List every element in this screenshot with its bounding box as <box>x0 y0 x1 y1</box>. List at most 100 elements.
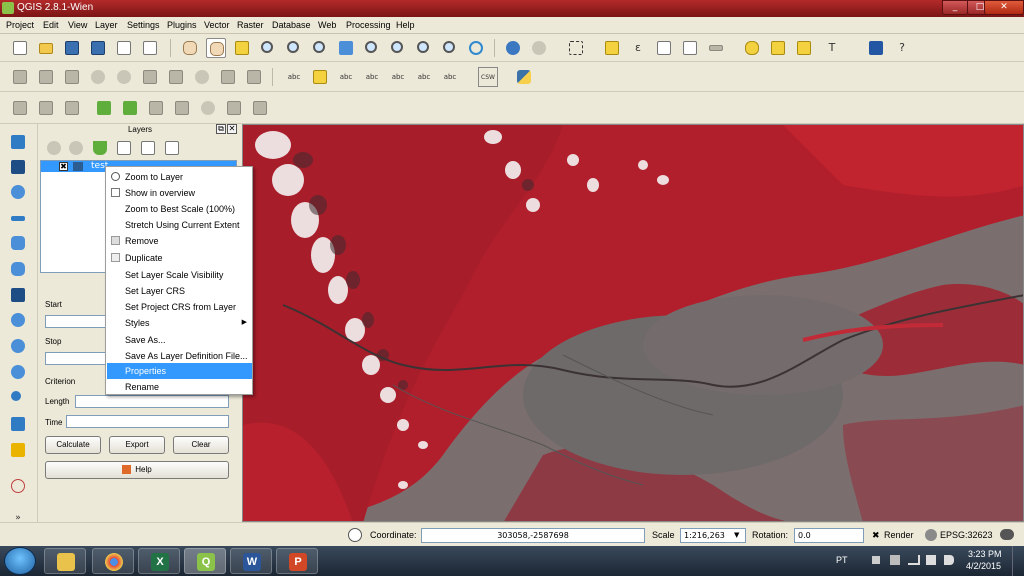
open-project-icon[interactable] <box>36 38 56 58</box>
zoom-full-icon[interactable] <box>336 38 356 58</box>
add-line-layer-icon[interactable] <box>8 208 28 228</box>
network-icon[interactable] <box>908 555 920 565</box>
render-checkbox[interactable]: ✖ <box>872 530 880 541</box>
add-grid-layer-icon[interactable] <box>8 285 28 305</box>
copy-features-icon[interactable] <box>218 67 238 87</box>
add-wfs-icon[interactable] <box>8 336 28 356</box>
add-wcs-icon[interactable] <box>8 362 28 382</box>
select-features-icon[interactable] <box>566 38 586 58</box>
add-virtual-layer-icon[interactable] <box>8 440 28 460</box>
new-shapefile-icon[interactable] <box>250 98 270 118</box>
map-tips-icon[interactable] <box>742 38 762 58</box>
zoom-last-icon[interactable] <box>414 38 434 58</box>
change-label-icon[interactable]: abc <box>440 67 460 87</box>
collapse-all-icon[interactable] <box>138 138 158 158</box>
toggle-editing-icon[interactable] <box>36 67 56 87</box>
label-highlight-icon[interactable] <box>310 67 330 87</box>
layer-visibility-checkbox[interactable]: ✖ <box>59 162 68 171</box>
text-annotation-icon[interactable]: T <box>822 38 842 58</box>
show-hide-labels-icon[interactable]: abc <box>362 67 382 87</box>
composer-manager-icon[interactable] <box>140 38 160 58</box>
gps-icon[interactable] <box>8 476 28 496</box>
pan-map-icon[interactable] <box>206 38 226 58</box>
zoom-out-icon[interactable] <box>284 38 304 58</box>
taskbar-word[interactable]: W <box>230 548 272 574</box>
taskbar-excel[interactable]: X <box>138 548 180 574</box>
add-raster-layer-icon[interactable] <box>36 98 56 118</box>
menu-rename[interactable]: Rename <box>107 379 252 395</box>
new-print-composer-icon[interactable] <box>114 38 134 58</box>
expand-all-icon[interactable] <box>114 138 134 158</box>
current-edits-icon[interactable] <box>10 67 30 87</box>
delete-selected-icon[interactable] <box>166 67 186 87</box>
float-panel-icon[interactable]: ⧉ <box>216 124 226 134</box>
add-mssql-layer-icon[interactable] <box>120 98 140 118</box>
touch-zoom-icon[interactable] <box>180 38 200 58</box>
menu-help[interactable]: Help <box>396 20 415 30</box>
close-button[interactable]: ✕ <box>984 0 1024 15</box>
menu-layer[interactable]: Layer <box>95 20 118 30</box>
menu-show-in-overview[interactable]: Show in overview <box>107 185 252 201</box>
length-input[interactable] <box>75 395 229 408</box>
rotation-spinbox[interactable]: 0.0 <box>794 528 864 543</box>
menu-set-layer-crs[interactable]: Set Layer CRS <box>107 283 252 299</box>
language-indicator[interactable]: PT <box>836 555 848 565</box>
zoom-to-selection-icon[interactable] <box>362 38 382 58</box>
menu-styles[interactable]: Styles ▶ <box>107 315 252 331</box>
add-polygon-layer-icon[interactable] <box>8 233 28 253</box>
crs-globe-icon[interactable] <box>925 529 937 541</box>
menu-duplicate[interactable]: Duplicate <box>107 250 252 266</box>
clear-button[interactable]: Clear <box>173 436 229 454</box>
menu-view[interactable]: View <box>68 20 87 30</box>
run-feature-action-icon[interactable] <box>529 38 549 58</box>
filter-legend-icon[interactable] <box>90 138 110 158</box>
zoom-next-icon[interactable] <box>440 38 460 58</box>
add-wfs-layer-icon[interactable] <box>198 98 218 118</box>
minimize-button[interactable]: _ <box>942 0 968 15</box>
field-calculator-icon[interactable]: ε <box>628 38 648 58</box>
refresh-icon[interactable] <box>466 38 486 58</box>
coordinate-field[interactable]: 303058,-2587698 <box>421 528 645 543</box>
map-canvas[interactable] <box>242 124 1024 522</box>
menu-zoom-best-scale[interactable]: Zoom to Best Scale (100%) <box>107 201 252 217</box>
add-group-icon[interactable] <box>44 138 64 158</box>
attribute-table-icon[interactable] <box>654 38 674 58</box>
export-button[interactable]: Export <box>109 436 165 454</box>
clock-date[interactable]: 4/2/2015 <box>966 561 1001 571</box>
add-postgis-layer-icon[interactable] <box>62 98 82 118</box>
menu-processing[interactable]: Processing <box>346 20 391 30</box>
manage-visibility-icon[interactable] <box>66 138 86 158</box>
add-feature-icon[interactable] <box>88 67 108 87</box>
menu-vector[interactable]: Vector <box>204 20 230 30</box>
calculate-button[interactable]: Calculate <box>45 436 101 454</box>
csw-icon[interactable]: CSW <box>478 67 498 87</box>
show-bookmarks-icon[interactable] <box>794 38 814 58</box>
scale-combobox[interactable]: 1:216,263 ▼ <box>680 528 746 543</box>
taskbar-file-explorer[interactable] <box>44 548 86 574</box>
coordinate-toggle-icon[interactable] <box>348 528 362 542</box>
add-link-icon[interactable] <box>8 388 28 408</box>
whats-this-icon[interactable]: ? <box>892 38 912 58</box>
menu-zoom-to-layer[interactable]: Zoom to Layer <box>107 169 252 185</box>
pin-labels-icon[interactable]: abc <box>336 67 356 87</box>
add-point-layer-icon[interactable] <box>8 182 28 202</box>
rotate-label-icon[interactable]: abc <box>414 67 434 87</box>
show-desktop-button[interactable] <box>1012 546 1024 576</box>
stop-input[interactable] <box>45 352 107 365</box>
taskbar-qgis[interactable]: Q <box>184 548 226 574</box>
node-tool-icon[interactable] <box>140 67 160 87</box>
save-as-icon[interactable] <box>88 38 108 58</box>
add-layer-icon[interactable] <box>8 157 28 177</box>
zoom-native-icon[interactable] <box>310 38 330 58</box>
start-button[interactable] <box>4 547 36 575</box>
menu-set-project-crs[interactable]: Set Project CRS from Layer <box>107 299 252 315</box>
menu-settings[interactable]: Settings <box>127 20 160 30</box>
menu-set-scale-visibility[interactable]: Set Layer Scale Visibility <box>107 267 252 283</box>
menu-stretch-current-extent[interactable]: Stretch Using Current Extent <box>107 217 252 233</box>
scale-dropdown-icon[interactable]: ▼ <box>734 529 744 542</box>
menu-save-as[interactable]: Save As... <box>107 332 252 348</box>
help-button[interactable]: Help <box>45 461 229 479</box>
add-vector-layer-icon[interactable] <box>10 98 30 118</box>
pan-to-selection-icon[interactable] <box>232 38 252 58</box>
add-annotation-icon[interactable] <box>8 259 28 279</box>
